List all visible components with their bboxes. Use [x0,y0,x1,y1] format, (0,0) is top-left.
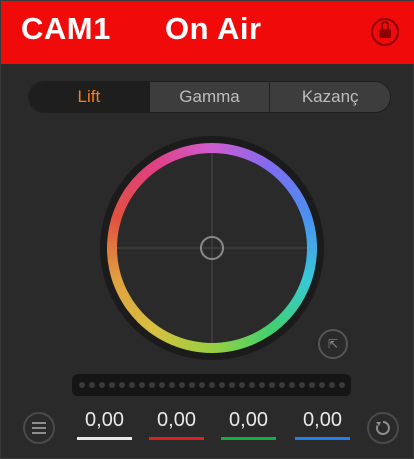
dial-dot [269,382,275,388]
lock-icon [379,21,391,38]
tab-gain[interactable]: Kazanç [269,82,390,112]
master-dial[interactable] [72,374,351,396]
dial-dot [259,382,265,388]
dial-dot [279,382,285,388]
camera-label: CAM1 [21,11,111,46]
tab-gamma[interactable]: Gamma [148,82,270,112]
menu-icon [32,427,46,429]
dial-dot [109,382,115,388]
dial-dot [89,382,95,388]
reset-button[interactable] [367,412,399,444]
menu-button[interactable] [23,412,55,444]
header-bar: CAM1 On Air [1,1,414,64]
dial-dot [199,382,205,388]
reset-icon [375,421,390,435]
dial-dot [189,382,195,388]
dial-dots [79,382,345,388]
dial-dot [139,382,145,388]
tab-lift[interactable]: Lift [29,82,149,112]
dial-dot [179,382,185,388]
expand-button[interactable]: ⇱ [318,329,348,359]
expand-icon: ⇱ [327,337,339,351]
on-air-status: On Air [165,11,262,46]
dial-dot [329,382,335,388]
blue-value[interactable]: 0,00 [295,409,350,432]
dial-dot [289,382,295,388]
dial-dot [99,382,105,388]
dial-dot [219,382,225,388]
dial-dot [159,382,165,388]
lock-button[interactable] [371,18,399,46]
dial-dot [239,382,245,388]
luma-value[interactable]: 0,00 [77,409,132,432]
dial-dot [169,382,175,388]
dial-dot [309,382,315,388]
dial-dot [299,382,305,388]
luma-bar [77,437,132,440]
color-wheel[interactable] [98,134,326,362]
red-bar [149,437,204,440]
dial-dot [79,382,85,388]
dial-dot [249,382,255,388]
dial-dot [229,382,235,388]
dial-dot [209,382,215,388]
dial-dot [149,382,155,388]
green-value[interactable]: 0,00 [221,409,276,432]
dial-dot [319,382,325,388]
color-wheel-graphic [100,136,324,360]
camera-control-panel: CAM1 On Air Lift Gamma Kazanç ⇱ 0,00 0,0… [0,0,414,459]
green-bar [221,437,276,440]
blue-bar [295,437,350,440]
color-tabs: Lift Gamma Kazanç [28,81,391,113]
dial-dot [129,382,135,388]
red-value[interactable]: 0,00 [149,409,204,432]
dial-dot [339,382,345,388]
dial-dot [119,382,125,388]
